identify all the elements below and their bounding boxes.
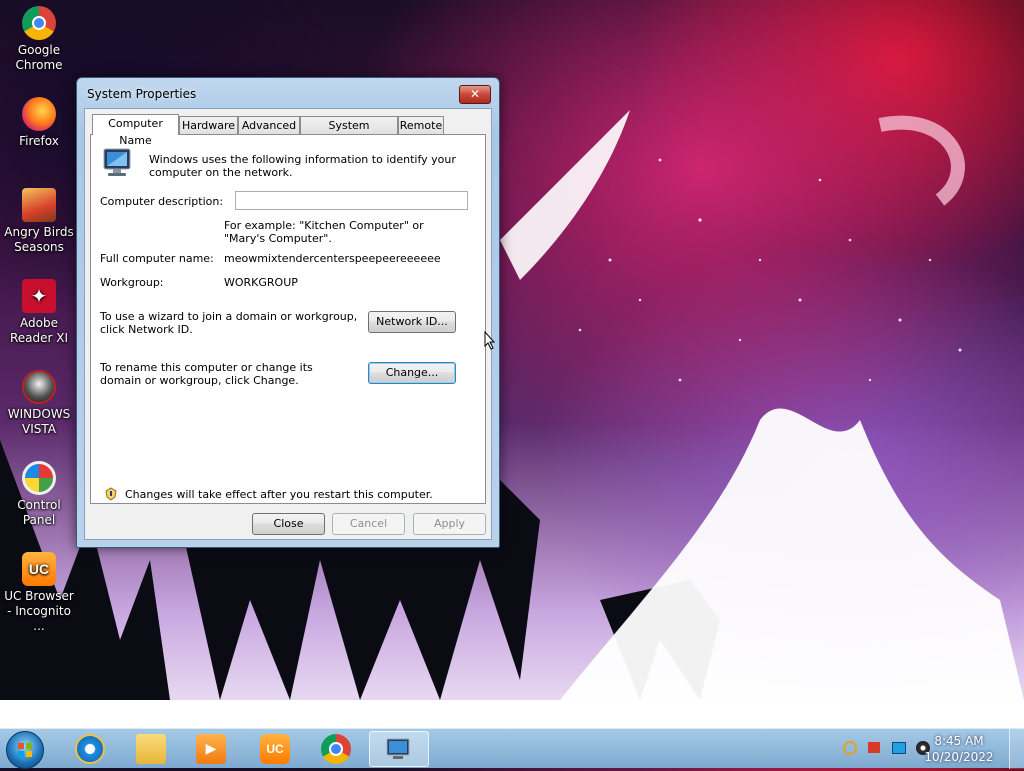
dialog-client-area: Computer Name Hardware Advanced System P… (84, 108, 492, 540)
taskbar-media-player[interactable]: ▶ (183, 731, 239, 767)
desktop-icon-uc-browser[interactable]: UC UC Browser - Incognito ... (1, 552, 77, 634)
window-titlebar[interactable]: System Properties ✕ (77, 78, 499, 108)
network-icon[interactable] (892, 742, 906, 754)
control-panel-icon (22, 461, 56, 495)
shield-info-icon (105, 487, 117, 501)
media-player-icon: ▶ (196, 734, 226, 764)
taskbar: ▶ UC 8:45 AM 10/20/2022 (0, 728, 1024, 769)
system-properties-window: System Properties ✕ Computer Name Hardwa… (76, 77, 500, 548)
clock-time: 8:45 AM (934, 734, 984, 748)
taskbar-uc-browser[interactable]: UC (247, 731, 303, 767)
desktop-icon-windows-vista[interactable]: WINDOWS VISTA (1, 370, 77, 437)
tab-advanced[interactable]: Advanced (238, 116, 300, 134)
taskbar-file-explorer[interactable] (123, 731, 179, 767)
apply-button[interactable]: Apply (413, 513, 486, 535)
taskbar-chrome[interactable] (308, 731, 364, 767)
desktop-icon-control-panel[interactable]: Control Panel (1, 461, 77, 528)
firefox-icon (22, 97, 56, 131)
desktop-icon-chrome[interactable]: Google Chrome (1, 6, 77, 73)
workgroup-value: WORKGROUP (224, 276, 298, 289)
search-icon[interactable] (843, 741, 857, 755)
intro-text: Windows uses the following information t… (149, 153, 456, 179)
desktop-icon-label: Angry Birds Seasons (4, 225, 74, 254)
desktop-icon-firefox[interactable]: Firefox (1, 97, 77, 149)
taskbar-system-properties[interactable] (369, 731, 429, 767)
start-button[interactable] (6, 731, 44, 769)
show-desktop-button[interactable] (1009, 729, 1024, 769)
computer-monitor-icon (103, 148, 131, 176)
change-button[interactable]: Change... (368, 362, 456, 384)
full-computer-name-label: Full computer name: (100, 252, 214, 265)
window-title: System Properties (87, 87, 197, 101)
tab-hardware[interactable]: Hardware (179, 116, 238, 134)
desktop-icon-adobe-reader[interactable]: ✦ Adobe Reader XI (1, 279, 77, 346)
window-close-button[interactable]: ✕ (459, 85, 491, 104)
desktop-icon-label: WINDOWS VISTA (7, 407, 71, 436)
taskbar-internet-explorer[interactable] (62, 731, 118, 767)
description-example-text: For example: "Kitchen Computer" or "Mary… (224, 219, 424, 245)
flag-icon[interactable] (868, 742, 880, 753)
workgroup-label: Workgroup: (100, 276, 164, 289)
chrome-icon (321, 734, 351, 764)
full-computer-name-value: meowmixtendercenterspeepeereeeeee (224, 252, 441, 265)
desktop-icon-label: Control Panel (17, 498, 61, 527)
desktop-icon-label: UC Browser - Incognito ... (4, 589, 74, 633)
network-id-button[interactable]: Network ID... (368, 311, 456, 333)
taskbar-clock[interactable]: 8:45 AM 10/20/2022 (924, 733, 994, 765)
computer-description-input[interactable] (235, 191, 468, 210)
network-id-instruction: To use a wizard to join a domain or work… (100, 310, 358, 336)
tab-remote[interactable]: Remote (398, 116, 444, 134)
desktop-icon-label: Firefox (19, 134, 59, 148)
close-button[interactable]: Close (252, 513, 325, 535)
desktop-icon-label: Adobe Reader XI (9, 316, 69, 345)
tab-system-protection[interactable]: System Protection (300, 116, 398, 149)
internet-explorer-icon (75, 734, 105, 764)
computer-description-label: Computer description: (100, 195, 224, 208)
desktop-icon-label: Google Chrome (15, 43, 63, 72)
cancel-button[interactable]: Cancel (332, 513, 405, 535)
change-instruction: To rename this computer or change its do… (100, 361, 313, 387)
clock-date: 10/20/2022 (924, 750, 994, 764)
windows-vista-icon (22, 370, 56, 404)
restart-note: Changes will take effect after you resta… (125, 488, 433, 501)
windows-logo-icon (18, 743, 32, 757)
system-properties-icon (386, 738, 410, 759)
tab-computer-name[interactable]: Computer Name (92, 114, 179, 147)
angry-birds-icon (22, 188, 56, 222)
adobe-reader-icon: ✦ (22, 279, 56, 313)
folder-icon (136, 734, 166, 764)
computer-name-tab-panel: Windows uses the following information t… (90, 134, 486, 504)
uc-browser-icon: UC (22, 552, 56, 586)
close-icon: ✕ (469, 87, 481, 101)
uc-browser-icon: UC (260, 734, 290, 764)
mouse-cursor-icon (484, 331, 496, 350)
chrome-icon (22, 6, 56, 40)
desktop-icon-angry-birds[interactable]: Angry Birds Seasons (1, 188, 77, 255)
